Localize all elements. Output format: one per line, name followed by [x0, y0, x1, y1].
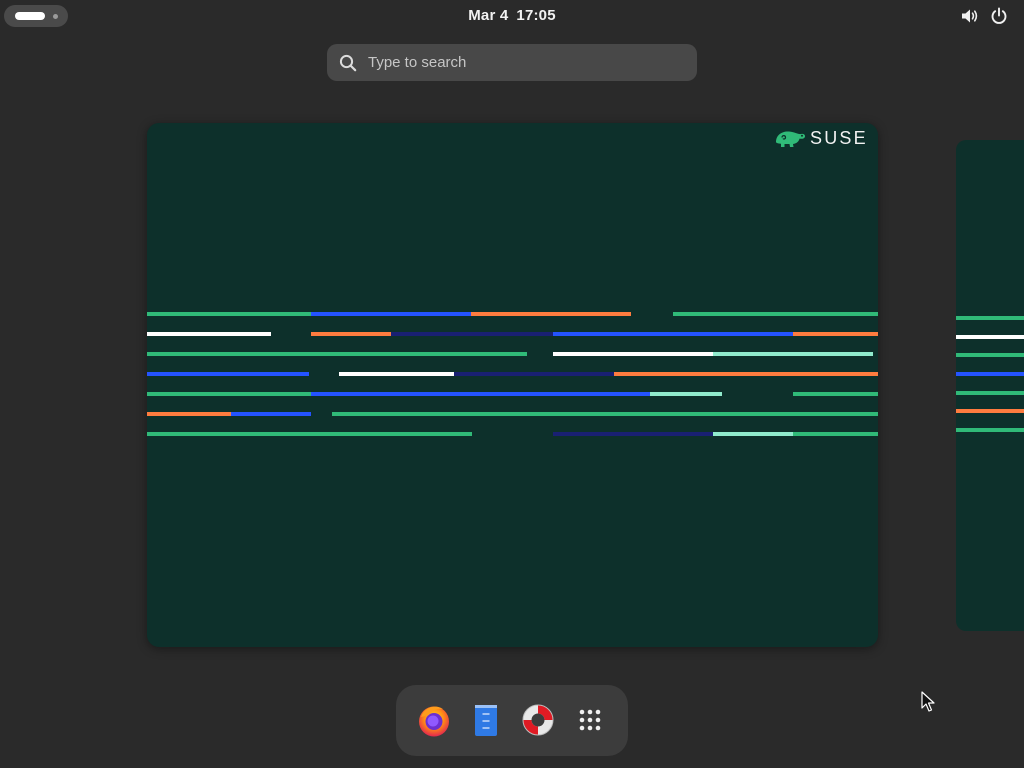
wallpaper-stripe	[553, 352, 713, 356]
mouse-cursor-icon	[921, 691, 935, 712]
wallpaper-stripe	[956, 335, 1024, 339]
wallpaper-stripe	[956, 372, 1024, 376]
wallpaper-stripe	[339, 372, 454, 376]
clock-date: Mar 4	[468, 7, 509, 24]
wallpaper-stripe	[391, 332, 553, 336]
wallpaper-stripe	[956, 353, 1024, 357]
workspace-thumbnail-next[interactable]	[956, 140, 1024, 631]
wallpaper-stripe	[614, 372, 878, 376]
wallpaper-stripe	[311, 392, 650, 396]
dash	[396, 685, 628, 756]
text-editor-icon[interactable]	[468, 702, 504, 738]
wallpaper-stripe	[553, 432, 713, 436]
wallpaper-stripe	[311, 312, 471, 316]
wallpaper-stripe	[956, 391, 1024, 395]
wallpaper-stripe	[956, 409, 1024, 413]
wallpaper-stripe	[673, 312, 878, 316]
wallpaper-stripe	[147, 332, 271, 336]
wallpaper-stripe	[713, 352, 873, 356]
wallpaper-stripe	[311, 332, 391, 336]
clock-time: 17:05	[516, 7, 556, 24]
wallpaper-stripe	[147, 412, 231, 416]
power-icon[interactable]	[990, 7, 1008, 25]
wallpaper-stripe	[553, 332, 793, 336]
wallpaper-stripe	[231, 412, 311, 416]
search-entry[interactable]: Type to search	[327, 44, 697, 81]
wallpaper-stripe	[650, 392, 722, 396]
wallpaper-stripe	[793, 332, 878, 336]
search-placeholder: Type to search	[368, 54, 467, 71]
wallpaper-stripe	[793, 392, 878, 396]
wallpaper-stripe	[793, 432, 878, 436]
workspace-thumbnail[interactable]: SUSE	[147, 123, 878, 647]
wallpaper-stripes	[147, 312, 878, 436]
wallpaper-stripe	[454, 372, 614, 376]
firefox-icon[interactable]	[416, 702, 452, 738]
wallpaper-stripe	[956, 316, 1024, 320]
wallpaper-stripe	[147, 372, 309, 376]
wallpaper-stripe	[332, 412, 878, 416]
app-grid-icon[interactable]	[572, 702, 608, 738]
top-bar: Mar 4 17:05	[0, 0, 1024, 32]
search-icon	[339, 54, 357, 72]
wallpaper-stripe	[147, 352, 527, 356]
clock[interactable]: Mar 4 17:05	[0, 7, 1024, 24]
wallpaper-stripe	[713, 432, 793, 436]
wallpaper-stripe	[147, 432, 472, 436]
volume-icon[interactable]	[961, 8, 979, 24]
wallpaper-stripe	[956, 428, 1024, 432]
wallpaper-stripe	[471, 312, 631, 316]
wallpaper-stripe	[147, 392, 311, 396]
help-icon[interactable]	[520, 702, 556, 738]
wallpaper-stripe	[147, 312, 311, 316]
wallpaper-stripes	[956, 316, 1024, 432]
